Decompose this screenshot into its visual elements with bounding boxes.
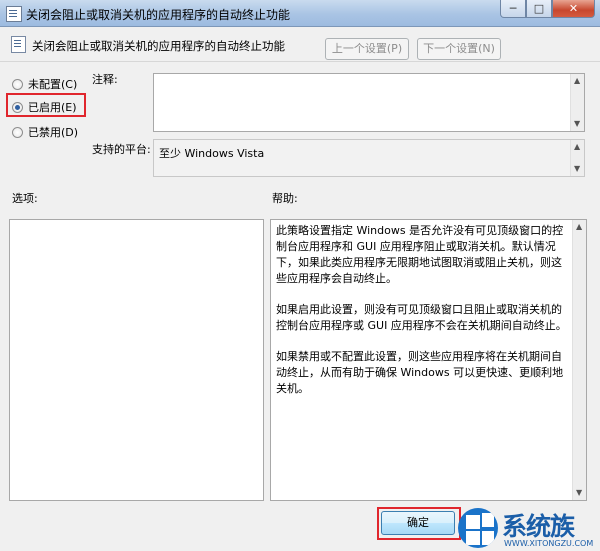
highlight-box-enabled: [6, 93, 86, 117]
highlight-box-ok: [377, 507, 461, 540]
platform-label: 支持的平台:: [92, 143, 151, 156]
scroll-up-icon[interactable]: ▲: [574, 143, 580, 151]
radio-circle-icon: [12, 126, 23, 138]
help-panel: 此策略设置指定 Windows 是否允许没有可见顶级窗口的控制台应用程序和 GU…: [270, 219, 587, 501]
platform-scrollbar[interactable]: ▲ ▼: [570, 140, 584, 176]
watermark-brand: 系统族: [502, 512, 575, 541]
help-paragraph: 此策略设置指定 Windows 是否允许没有可见顶级窗口的控制台应用程序和 GU…: [276, 224, 564, 285]
minimize-button[interactable]: ─: [500, 0, 526, 18]
previous-setting-button[interactable]: 上一个设置(P): [325, 38, 409, 60]
scroll-down-icon[interactable]: ▼: [574, 120, 580, 128]
platform-field: 至少 Windows Vista ▲ ▼: [153, 139, 585, 177]
close-button[interactable]: ✕: [552, 0, 595, 18]
platform-value: 至少 Windows Vista: [159, 147, 265, 160]
setting-header: 关闭会阻止或取消关机的应用程序的自动终止功能: [0, 27, 600, 62]
radio-not-configured[interactable]: 未配置(C): [12, 76, 77, 92]
comment-scrollbar[interactable]: ▲ ▼: [570, 74, 584, 131]
window-title: 关闭会阻止或取消关机的应用程序的自动终止功能: [26, 8, 291, 22]
help-paragraph: 如果禁用或不配置此设置，则这些应用程序将在关机期间自动终止，从而有助于确保 Wi…: [276, 350, 564, 395]
scroll-down-icon[interactable]: ▼: [574, 165, 580, 173]
help-label: 帮助:: [272, 192, 298, 205]
comment-label: 注释:: [92, 73, 118, 86]
radio-label: 未配置(C): [28, 78, 78, 91]
window-controls: ─ □ ✕: [500, 0, 595, 19]
comment-textarea[interactable]: ▲ ▼: [153, 73, 585, 132]
radio-label: 已禁用(D): [28, 126, 79, 139]
help-text: 此策略设置指定 Windows 是否允许没有可见顶级窗口的控制台应用程序和 GU…: [276, 223, 568, 412]
windows-logo-icon: [458, 508, 498, 548]
help-paragraph: 如果启用此设置，则没有可见顶级窗口且阻止或取消关机的控制台应用程序或 GUI 应…: [276, 303, 567, 332]
next-setting-button[interactable]: 下一个设置(N): [417, 38, 501, 60]
options-panel: [9, 219, 264, 501]
setting-title: 关闭会阻止或取消关机的应用程序的自动终止功能: [32, 39, 285, 53]
setting-icon: [11, 36, 26, 53]
watermark-url: WWW.XITONGZU.COM: [504, 539, 594, 548]
title-bar[interactable]: 关闭会阻止或取消关机的应用程序的自动终止功能 ─ □ ✕: [0, 0, 600, 27]
options-label: 选项:: [12, 192, 38, 205]
radio-circle-icon: [12, 78, 23, 90]
scroll-up-icon[interactable]: ▲: [574, 77, 580, 85]
policy-icon: [6, 6, 22, 22]
radio-disabled[interactable]: 已禁用(D): [12, 124, 78, 140]
scroll-up-icon[interactable]: ▲: [576, 223, 582, 231]
help-scrollbar[interactable]: ▲ ▼: [572, 220, 586, 500]
watermark: 系统族 WWW.XITONGZU.COM: [458, 505, 600, 551]
maximize-button[interactable]: □: [526, 0, 552, 18]
scroll-down-icon[interactable]: ▼: [576, 489, 582, 497]
